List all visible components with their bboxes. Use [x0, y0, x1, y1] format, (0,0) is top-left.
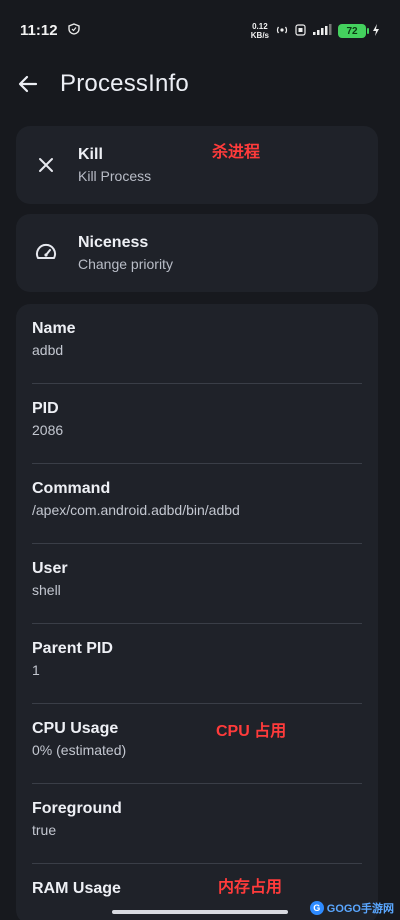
niceness-title: Niceness [78, 234, 149, 251]
info-label: Foreground [32, 800, 122, 817]
info-row-command: Command /apex/com.android.adbd/bin/adbd [32, 464, 362, 544]
arrow-left-icon[interactable] [16, 72, 40, 96]
process-info-card: Name adbd PID 2086 Command /apex/com.and… [16, 304, 378, 920]
sim-icon [295, 24, 306, 38]
shield-notification-icon [67, 22, 80, 39]
info-label: Parent PID [32, 640, 113, 657]
info-row-parent-pid: Parent PID 1 [32, 624, 362, 704]
kill-action[interactable]: Kill Kill Process [16, 126, 378, 204]
kill-title: Kill [78, 146, 103, 163]
hotspot-icon [275, 24, 289, 38]
home-indicator[interactable] [112, 910, 288, 914]
info-value: adbd [32, 342, 64, 358]
annotation-cpu: CPU 占用 [216, 723, 287, 740]
info-value: true [32, 822, 57, 838]
close-icon [34, 153, 58, 177]
info-row-foreground: Foreground true [32, 784, 362, 864]
watermark-logo-icon: G [309, 901, 324, 915]
info-value: /apex/com.android.adbd/bin/adbd [32, 502, 240, 518]
app-bar: ProcessInfo [0, 62, 400, 106]
info-row-user: User shell [32, 544, 362, 624]
info-value: shell [32, 582, 61, 598]
info-value: 0% (estimated) [32, 742, 127, 758]
status-bar: 11:12 0.12 KB/s 72 [0, 0, 400, 62]
kill-subtitle: Kill Process [78, 168, 152, 184]
info-row-pid: PID 2086 [32, 384, 362, 464]
gauge-icon [34, 241, 58, 265]
charging-icon [372, 24, 380, 38]
info-label: User [32, 560, 68, 577]
info-row-name: Name adbd [32, 304, 362, 384]
info-label: Command [32, 480, 111, 497]
niceness-action[interactable]: Niceness Change priority [16, 214, 378, 292]
info-row-cpu-usage: CPU Usage 0% (estimated) [32, 704, 362, 784]
info-label: RAM Usage [32, 880, 121, 897]
net-speed-unit: KB/s [250, 31, 269, 40]
network-speed: 0.12 KB/s [251, 22, 269, 40]
info-label: PID [32, 400, 59, 417]
signal-icon [312, 24, 332, 38]
annotation-kill: 杀进程 [212, 144, 261, 161]
info-label: CPU Usage [32, 720, 119, 737]
info-value: 1 [32, 662, 40, 678]
net-speed-value: 0.12 [252, 22, 268, 31]
battery-icon: 72 [338, 24, 369, 38]
watermark-text: GOGO手游网 [326, 903, 394, 915]
info-label: Name [32, 320, 76, 337]
battery-level: 72 [346, 25, 358, 37]
annotation-ram: 内存占用 [218, 879, 283, 896]
niceness-subtitle: Change priority [78, 256, 173, 272]
info-value: 2086 [32, 422, 64, 438]
status-time: 11:12 [20, 22, 58, 39]
watermark: G GOGO手游网 [309, 900, 394, 916]
page-title: ProcessInfo [60, 70, 189, 97]
